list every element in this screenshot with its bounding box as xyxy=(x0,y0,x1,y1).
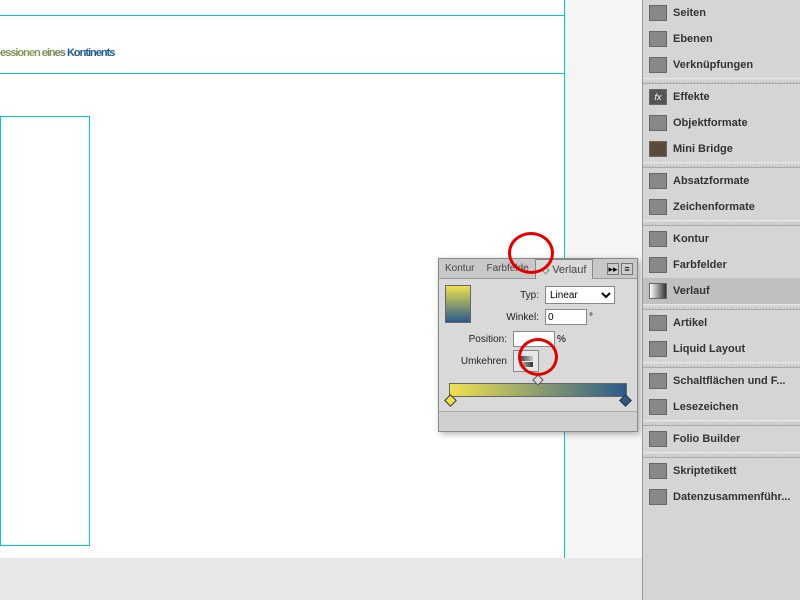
buttons-icon xyxy=(649,373,667,389)
tab-farbfelder[interactable]: Farbfelde xyxy=(480,259,534,279)
dock-separator xyxy=(643,362,800,368)
tab-verlauf[interactable]: ◇ Verlauf xyxy=(535,259,594,279)
panel-schaltflaechen[interactable]: Schaltflächen und F... xyxy=(643,368,800,394)
panel-dock: Seiten Ebenen Verknüpfungen fxEffekte Ob… xyxy=(642,0,800,600)
panel-absatzformate[interactable]: Absatzformate xyxy=(643,168,800,194)
gradient-panel: Kontur Farbfelde ◇ Verlauf ▸▸ ≡ Typ: Lin… xyxy=(438,258,638,432)
bridge-icon xyxy=(649,141,667,157)
document-title-text[interactable]: essionen eines Kontinents xyxy=(0,18,114,66)
position-input[interactable] xyxy=(513,331,555,347)
gradient-stop-start[interactable] xyxy=(444,394,457,407)
angle-unit: ° xyxy=(589,312,593,323)
reverse-label: Umkehren xyxy=(445,356,507,367)
panel-tabs: Kontur Farbfelde ◇ Verlauf ▸▸ ≡ xyxy=(439,259,637,279)
links-icon xyxy=(649,57,667,73)
view-mode-icon[interactable] xyxy=(214,585,226,597)
stroke-icon xyxy=(649,231,667,247)
paragraph-styles-icon xyxy=(649,173,667,189)
object-styles-icon xyxy=(649,115,667,131)
gradient-icon xyxy=(649,283,667,299)
gradient-midpoint[interactable] xyxy=(533,374,544,385)
dock-separator xyxy=(643,420,800,426)
liquid-layout-icon xyxy=(649,341,667,357)
panel-skriptetikett[interactable]: Skriptetikett xyxy=(643,458,800,484)
panel-ebenen[interactable]: Ebenen xyxy=(643,26,800,52)
panel-farbfelder[interactable]: Farbfelder xyxy=(643,252,800,278)
tab-kontur[interactable]: Kontur xyxy=(439,259,480,279)
gradient-stop-end[interactable] xyxy=(619,394,632,407)
angle-input[interactable] xyxy=(545,309,587,325)
panel-effekte[interactable]: fxEffekte xyxy=(643,84,800,110)
dock-separator xyxy=(643,162,800,168)
data-merge-icon xyxy=(649,489,667,505)
panel-verlauf[interactable]: Verlauf xyxy=(643,278,800,304)
panel-objektformate[interactable]: Objektformate xyxy=(643,110,800,136)
panel-collapse-icon[interactable]: ▸▸ xyxy=(607,263,619,275)
bookmarks-icon xyxy=(649,399,667,415)
view-mode-icons xyxy=(186,585,226,599)
view-mode-icon[interactable] xyxy=(186,585,198,597)
gradient-preview-swatch[interactable] xyxy=(445,285,471,323)
panel-seiten[interactable]: Seiten xyxy=(643,0,800,26)
dock-separator xyxy=(643,220,800,226)
panel-liquid-layout[interactable]: Liquid Layout xyxy=(643,336,800,362)
panel-artikel[interactable]: Artikel xyxy=(643,310,800,336)
guide-horizontal[interactable] xyxy=(0,15,565,16)
panel-kontur[interactable]: Kontur xyxy=(643,226,800,252)
pages-icon xyxy=(649,5,667,21)
gradient-type-select[interactable]: Linear xyxy=(545,286,615,304)
guide-horizontal[interactable] xyxy=(0,73,565,74)
position-unit: % xyxy=(557,334,566,345)
panel-footer xyxy=(439,411,637,431)
dock-separator xyxy=(643,304,800,310)
title-solid-text: Kontinents xyxy=(67,47,114,59)
gradient-ramp[interactable] xyxy=(449,383,627,397)
fx-icon: fx xyxy=(649,89,667,105)
type-label: Typ: xyxy=(477,290,539,301)
empty-frame[interactable] xyxy=(0,116,90,546)
panel-lesezeichen[interactable]: Lesezeichen xyxy=(643,394,800,420)
panel-verknuepfungen[interactable]: Verknüpfungen xyxy=(643,52,800,78)
panel-folio-builder[interactable]: Folio Builder xyxy=(643,426,800,452)
script-label-icon xyxy=(649,463,667,479)
folio-icon xyxy=(649,431,667,447)
layers-icon xyxy=(649,31,667,47)
dock-separator xyxy=(643,452,800,458)
dock-separator xyxy=(643,78,800,84)
reverse-gradient-button[interactable] xyxy=(513,350,539,372)
angle-label: Winkel: xyxy=(477,312,539,323)
panel-menu-icon[interactable]: ≡ xyxy=(621,263,633,275)
character-styles-icon xyxy=(649,199,667,215)
position-label: Position: xyxy=(445,334,507,345)
horizontal-scrollbar[interactable] xyxy=(0,582,642,600)
scroll-thumb[interactable] xyxy=(108,585,182,599)
title-gradient-text: essionen eines xyxy=(0,47,67,59)
article-icon xyxy=(649,315,667,331)
panel-datenzusammenfuehrung[interactable]: Datenzusammenführ... xyxy=(643,484,800,510)
panel-mini-bridge[interactable]: Mini Bridge xyxy=(643,136,800,162)
swatches-icon xyxy=(649,257,667,273)
view-mode-icon[interactable] xyxy=(200,585,212,597)
panel-zeichenformate[interactable]: Zeichenformate xyxy=(643,194,800,220)
